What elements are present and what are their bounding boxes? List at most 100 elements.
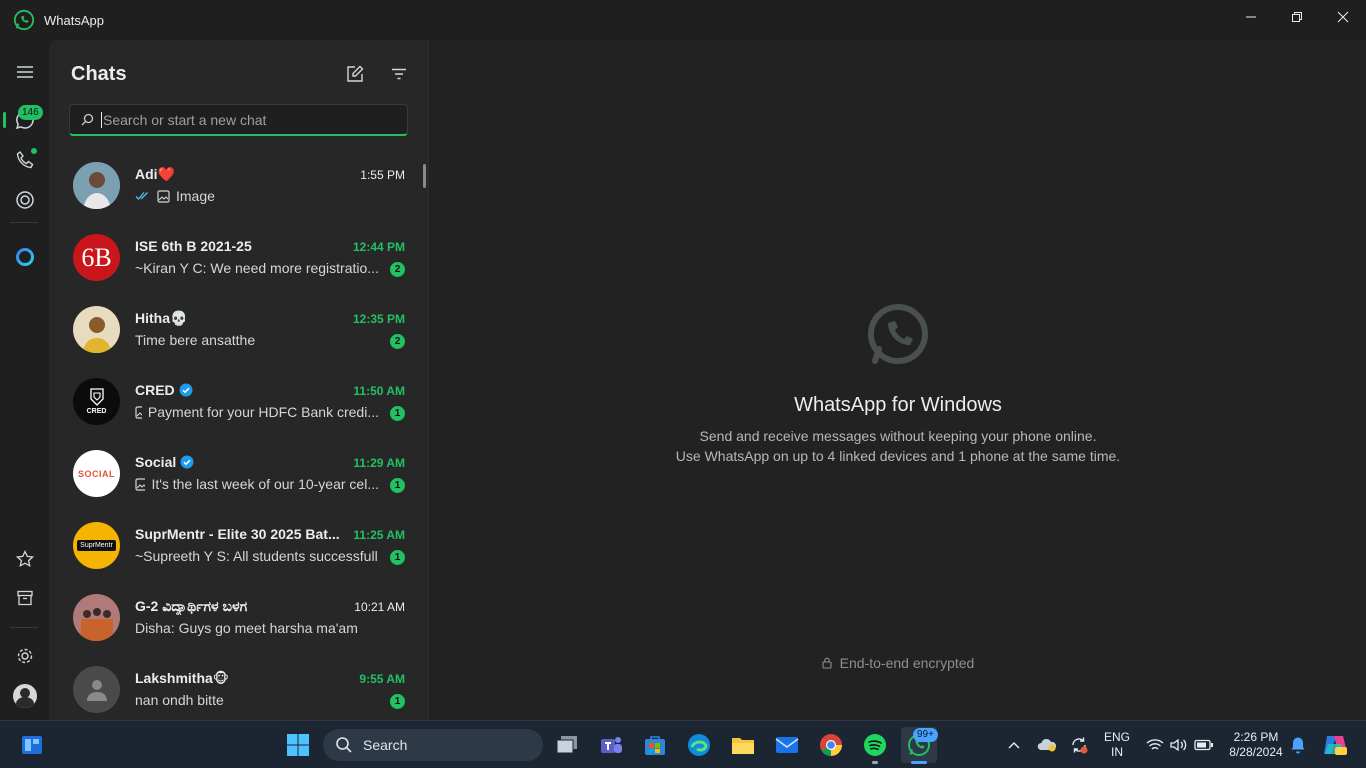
show-hidden-icons-button[interactable] <box>997 727 1031 763</box>
phone-icon <box>16 151 33 169</box>
unread-count-badge: 1 <box>390 550 405 565</box>
rail-divider <box>10 627 38 628</box>
chat-name-text: Social <box>135 454 177 470</box>
list-item[interactable]: 6B ISE 6th B 2021-25 12:44 PM ~Kiran Y C… <box>49 222 421 294</box>
image-icon <box>157 189 170 203</box>
rail-meta-ai-button[interactable] <box>0 237 49 277</box>
minimize-button[interactable] <box>1228 0 1274 34</box>
widgets-button[interactable] <box>14 727 50 763</box>
avatar-text: CRED <box>86 408 107 415</box>
status-new-dot <box>31 148 37 154</box>
chat-time: 10:21 AM <box>354 600 405 614</box>
rail-calls-button[interactable] <box>0 140 49 180</box>
wifi-icon <box>1146 739 1164 750</box>
chat-list-pane: Chats Search or start a new chat Adi❤️ 1… <box>49 40 429 720</box>
list-item[interactable]: G-2 ವಿದ್ಯಾರ್ಥಿಗಳ ಬಳಗ 10:21 AM Disha: Guy… <box>49 582 421 654</box>
battery-icon <box>1194 739 1213 751</box>
avatar-text: 6B <box>81 242 112 272</box>
whatsapp-taskbar-badge: 99+ <box>913 728 938 742</box>
store-button[interactable] <box>637 727 673 763</box>
list-item[interactable]: Hitha💀 12:35 PM Time bere ansatthe 2 <box>49 294 421 366</box>
archive-icon <box>16 590 33 606</box>
avatar <box>73 666 120 713</box>
unread-count-badge: 2 <box>390 262 405 277</box>
taskbar-search-label: Search <box>363 737 408 753</box>
menu-button[interactable] <box>0 52 49 92</box>
search-input[interactable]: Search or start a new chat <box>69 104 408 136</box>
chat-name: G-2 ವಿದ್ಯಾರ್ಥಿಗಳ ಬಳಗ <box>135 598 248 614</box>
rail-status-button[interactable] <box>0 180 49 220</box>
quick-settings-button[interactable] <box>1142 727 1218 763</box>
avatar-text: SuprMentr <box>77 540 116 551</box>
chat-name: Hitha💀 <box>135 310 188 326</box>
start-button[interactable] <box>280 727 316 763</box>
rail-archived-button[interactable] <box>0 578 49 618</box>
volume-icon <box>1170 738 1187 752</box>
mail-button[interactable] <box>769 727 805 763</box>
edge-button[interactable] <box>681 727 717 763</box>
clock[interactable]: 2:26 PM 8/28/2024 <box>1222 730 1290 760</box>
active-indicator <box>911 761 927 764</box>
list-item[interactable]: CRED CRED 11:50 AM Payment for your HDFC… <box>49 366 421 438</box>
scrollbar-thumb[interactable] <box>423 164 426 188</box>
gear-icon <box>17 648 32 664</box>
chat-name-text: CRED <box>135 382 175 398</box>
verified-badge-icon <box>180 455 194 469</box>
chat-preview: It's the last week of our 10-year cel... <box>135 476 379 492</box>
sync-button[interactable] <box>1062 727 1096 763</box>
list-item[interactable]: SOCIAL Social 11:29 AM It's the last wee… <box>49 438 421 510</box>
verified-badge-icon <box>179 383 193 397</box>
hamburger-icon <box>16 66 33 78</box>
lock-icon <box>822 657 832 669</box>
file-explorer-button[interactable] <box>725 727 761 763</box>
profile-button[interactable] <box>0 676 49 716</box>
widgets-icon <box>22 736 42 754</box>
chrome-button[interactable] <box>813 727 849 763</box>
chat-time: 12:44 PM <box>352 240 405 254</box>
restore-button[interactable] <box>1274 0 1320 34</box>
list-item[interactable]: Lakshmitha🐵 9:55 AM nan ondh bitte 1 <box>49 654 421 726</box>
notifications-button[interactable] <box>1286 727 1310 763</box>
chat-preview: ~Supreeth Y S: All students successfull.… <box>135 548 379 564</box>
avatar: CRED <box>73 378 120 425</box>
chevron-up-icon <box>1008 742 1020 749</box>
list-item[interactable]: Adi❤️ 1:55 PM Image <box>49 150 421 222</box>
rail-starred-button[interactable] <box>0 539 49 579</box>
chat-name: CRED <box>135 382 193 398</box>
rail-settings-button[interactable] <box>0 636 49 676</box>
avatar: SOCIAL <box>73 450 120 497</box>
title-bar: WhatsApp <box>0 0 1366 40</box>
filter-button[interactable] <box>387 62 411 86</box>
microsoft-store-icon <box>645 736 665 755</box>
chat-preview-text: Time bere ansatthe <box>135 332 256 348</box>
close-icon <box>1337 11 1349 23</box>
teams-button[interactable] <box>593 727 629 763</box>
minimize-icon <box>1246 16 1256 18</box>
list-item[interactable]: SuprMentr SuprMentr - Elite 30 2025 Bat.… <box>49 510 421 582</box>
unread-count-badge: 1 <box>390 406 405 421</box>
language-indicator[interactable]: ENG IN <box>1098 730 1136 760</box>
welcome-heading: WhatsApp for Windows <box>794 394 1002 416</box>
photo-avatar-icon <box>73 162 120 209</box>
chat-name: SuprMentr - Elite 30 2025 Bat... <box>135 526 340 542</box>
cred-shield-icon <box>89 388 104 406</box>
encryption-text: End-to-end encrypted <box>839 655 975 671</box>
bell-icon <box>1291 737 1305 754</box>
unread-count-badge: 1 <box>390 478 405 493</box>
welcome-line-2: Use WhatsApp on up to 4 linked devices a… <box>675 448 1121 464</box>
whatsapp-logo-icon <box>13 9 35 31</box>
unread-count-badge: 1 <box>390 694 405 709</box>
spotify-button[interactable] <box>857 727 893 763</box>
chat-preview-text: Image <box>176 188 215 204</box>
clock-time: 2:26 PM <box>1233 730 1279 744</box>
onedrive-button[interactable] <box>1030 727 1064 763</box>
new-chat-button[interactable] <box>343 62 367 86</box>
copilot-button[interactable] <box>1318 727 1352 763</box>
task-view-button[interactable] <box>549 727 585 763</box>
close-button[interactable] <box>1320 0 1366 34</box>
window-title: WhatsApp <box>44 12 104 28</box>
chat-preview: nan ondh bitte <box>135 692 224 708</box>
taskbar-search[interactable]: Search <box>323 729 543 761</box>
chat-preview-text: ~Supreeth Y S: All students successfull.… <box>135 548 379 564</box>
teams-icon <box>601 737 622 753</box>
